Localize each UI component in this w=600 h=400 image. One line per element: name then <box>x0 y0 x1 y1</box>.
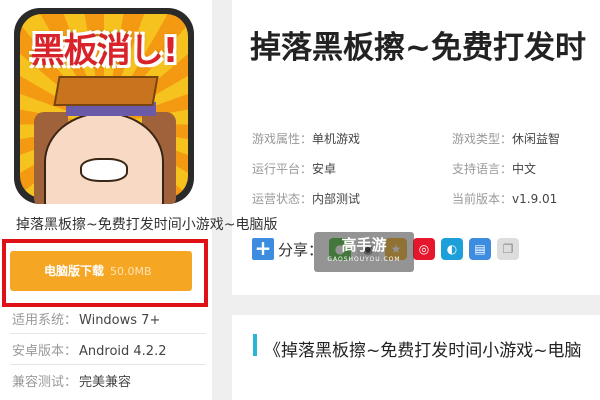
attr-key: 游戏属性： <box>252 132 313 146</box>
attr-value: 中文 <box>512 162 537 176</box>
page-title: 掉落黑板擦~免费打发时 <box>250 30 586 66</box>
spec-android-value: Android 4.2.2 <box>79 344 167 359</box>
watermark-text: 高手游 <box>341 236 387 254</box>
attr-key: 当前版本： <box>452 192 513 206</box>
attr-value: 内部测试 <box>312 192 361 206</box>
section-title: 《掉落黑板擦~免费打发时间小游戏~电脑 <box>264 341 582 361</box>
copy-icon[interactable]: ❐ <box>497 238 520 260</box>
attr-platform: 运行平台：安卓 <box>252 160 336 177</box>
tencent-weibo-icon[interactable]: ◐ <box>441 238 464 260</box>
spec-android-key: 安卓版本： <box>12 344 78 359</box>
print-icon[interactable]: ▤ <box>469 238 492 260</box>
spec-compat-key: 兼容测试： <box>12 375 78 390</box>
attr-value: 单机游戏 <box>312 132 361 146</box>
spec-compat: 兼容测试： 完美兼容 <box>12 371 131 390</box>
icon-character-mouth <box>80 158 128 182</box>
attr-key: 运行平台： <box>252 162 313 176</box>
divider <box>10 364 206 365</box>
attr-language: 支持语言：中文 <box>452 160 536 177</box>
weibo-icon[interactable]: ◎ <box>413 238 436 260</box>
download-size: 50.0MB <box>110 265 152 278</box>
spec-android: 安卓版本： Android 4.2.2 <box>12 340 167 359</box>
watermark-logo: 高手游 GAOSHOUYOU.COM <box>314 232 414 272</box>
attr-value: 安卓 <box>312 162 337 176</box>
attr-game-type: 游戏类型：休闲益智 <box>452 130 560 147</box>
section-accent-bar <box>253 334 257 356</box>
attr-key: 游戏类型： <box>452 132 513 146</box>
spec-compat-value: 完美兼容 <box>79 375 132 390</box>
attr-key: 运营状态： <box>252 192 313 206</box>
watermark-subtext: GAOSHOUYOU.COM <box>327 256 401 263</box>
divider <box>10 333 206 334</box>
share-plus-icon[interactable]: + <box>252 238 274 260</box>
download-label: 电脑版下载 <box>44 264 105 278</box>
pc-download-button[interactable]: 电脑版下载 50.0MB <box>10 251 192 291</box>
attr-value: v1.9.01 <box>512 192 558 206</box>
icon-logo-text: 黑板消し! <box>30 31 179 71</box>
spec-os-key: 适用系统： <box>12 313 78 328</box>
app-name: 掉落黑板擦~免费打发时间小游戏~电脑版 <box>16 217 278 233</box>
attr-key: 支持语言： <box>452 162 513 176</box>
spec-os: 适用系统： Windows 7+ <box>12 309 160 328</box>
attr-status: 运营状态：内部测试 <box>252 190 360 207</box>
spec-os-value: Windows 7+ <box>79 313 161 328</box>
icon-eraser <box>53 76 159 106</box>
attr-version: 当前版本：v1.9.01 <box>452 190 557 207</box>
attr-value: 休闲益智 <box>512 132 561 146</box>
app-icon: 黑板消し! <box>14 8 194 204</box>
attr-game-attr: 游戏属性：单机游戏 <box>252 130 360 147</box>
